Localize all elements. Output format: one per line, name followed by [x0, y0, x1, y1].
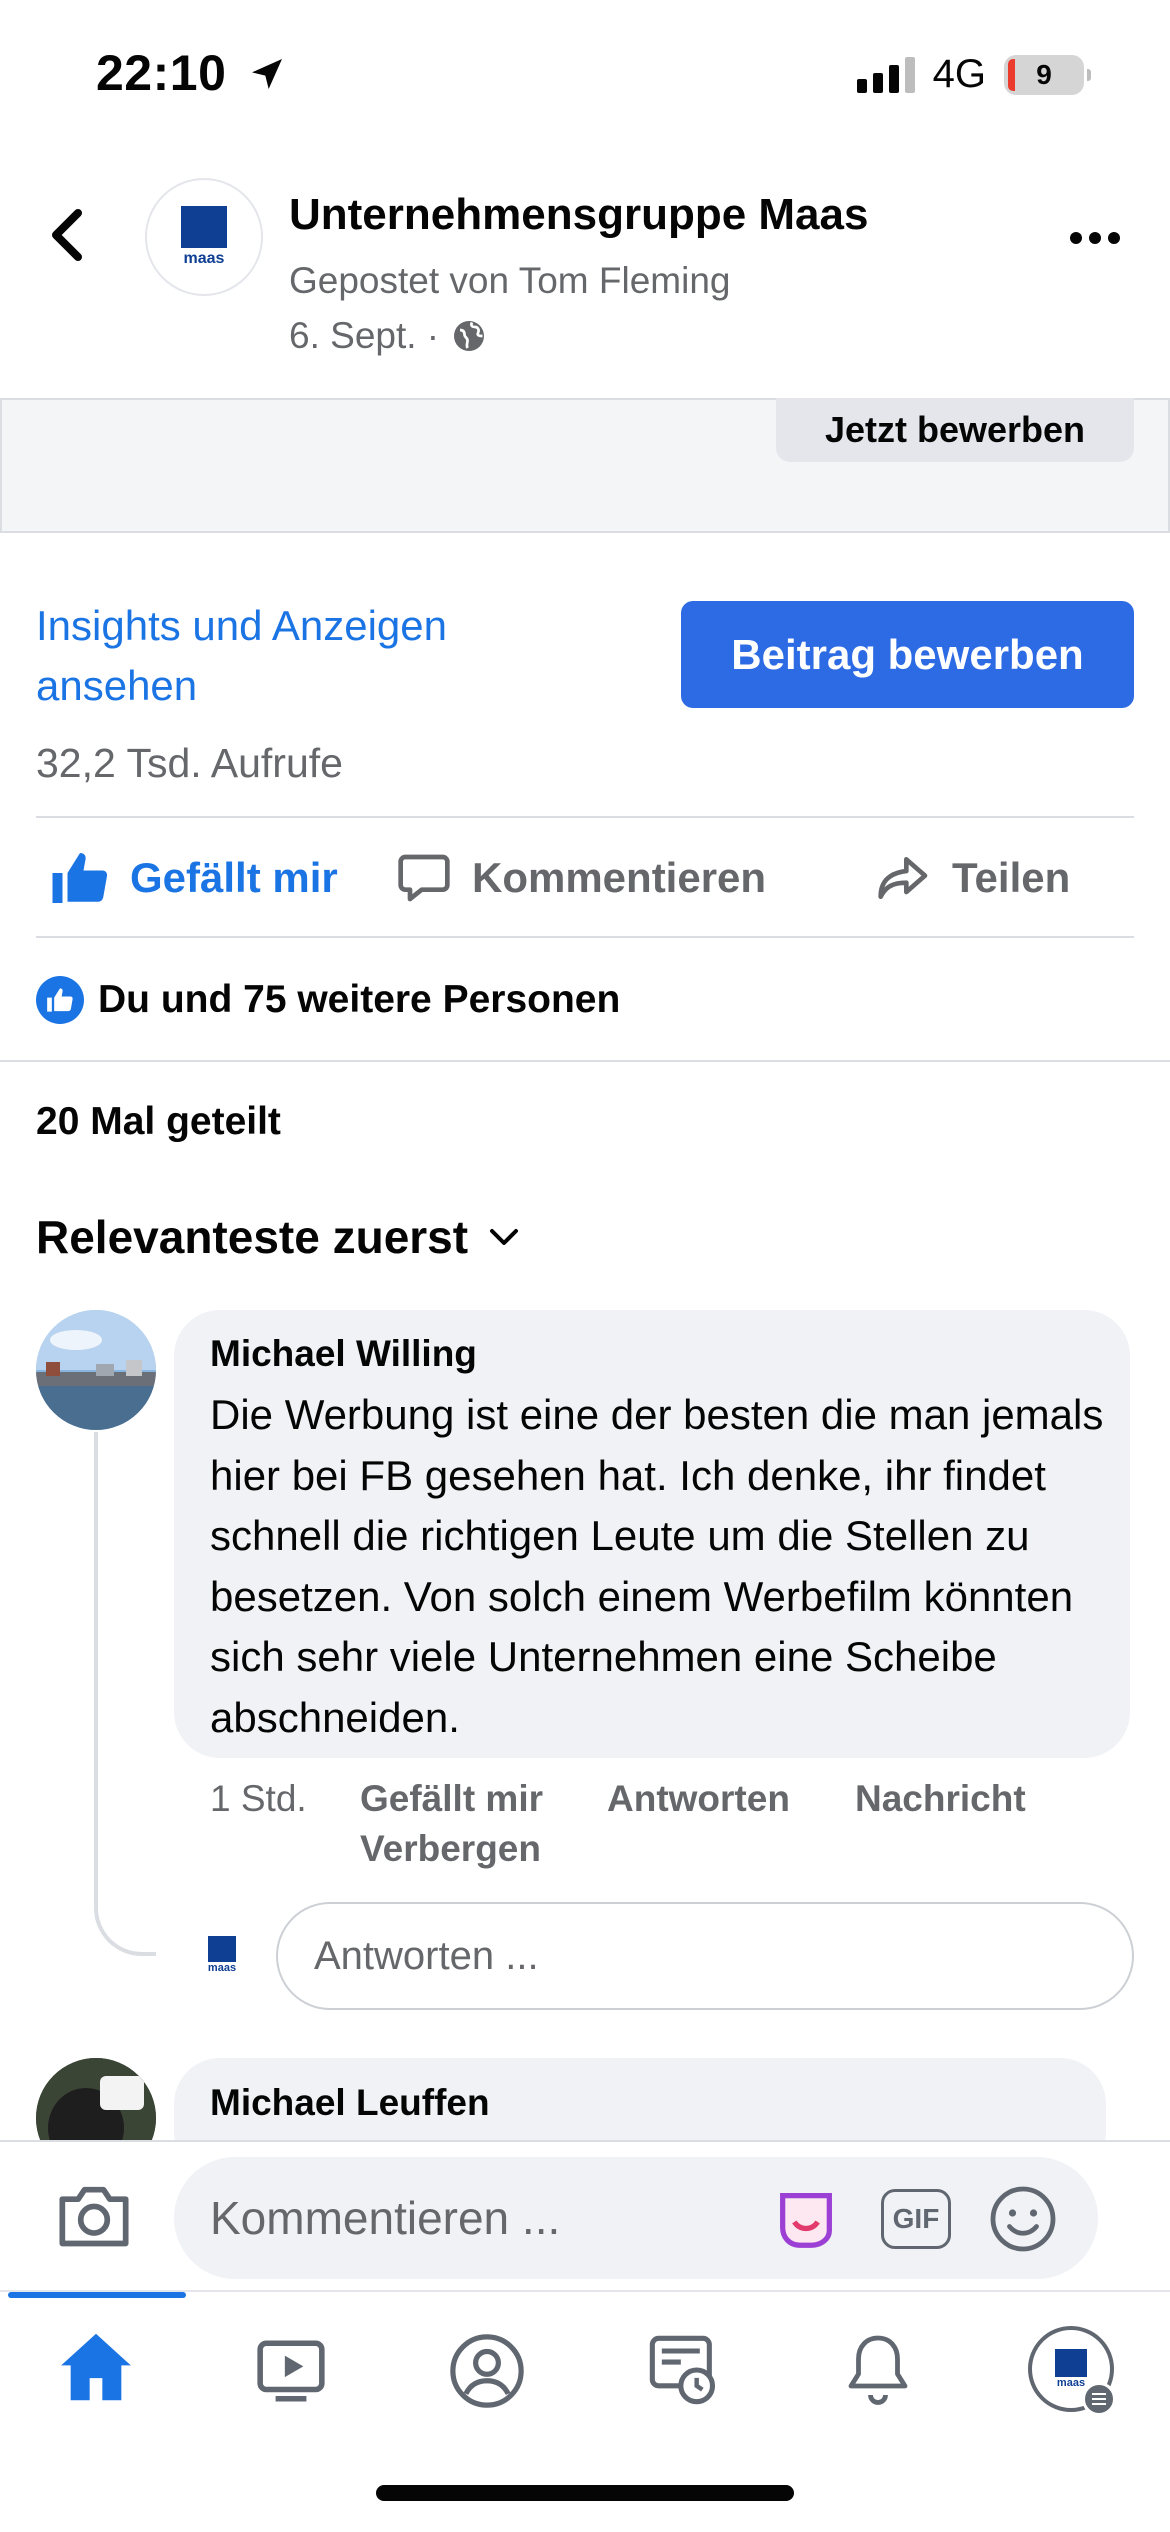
comment-text: Die Werbung ist eine der besten die man …	[210, 1391, 1104, 1741]
bell-icon	[848, 2335, 908, 2405]
video-icon	[257, 2340, 325, 2402]
like-reaction-icon	[36, 976, 84, 1024]
chevron-down-icon	[490, 1229, 519, 1245]
page-name[interactable]: Unternehmensgruppe Maas	[289, 190, 868, 240]
active-tab-indicator	[8, 2292, 186, 2298]
logo-mark	[181, 206, 227, 248]
comment-icon	[398, 854, 450, 902]
thread-line	[94, 1432, 156, 1956]
signal-icon	[856, 56, 915, 93]
avatar-sticker-button[interactable]	[770, 2184, 842, 2259]
home-icon	[61, 2333, 131, 2401]
tab-profile[interactable]	[448, 2332, 526, 2415]
reactions-summary[interactable]: Du und 75 weitere Personen	[36, 976, 620, 1024]
promote-post-button[interactable]: Beitrag bewerben	[681, 601, 1134, 708]
divider	[36, 816, 1134, 818]
share-button[interactable]: Teilen	[876, 850, 1070, 906]
globe-icon	[454, 321, 485, 351]
logo-text: maas	[183, 250, 225, 267]
avatar-sticker-icon	[780, 2193, 832, 2248]
tab-video[interactable]	[254, 2336, 328, 2411]
emoji-button[interactable]	[987, 2183, 1059, 2260]
thumbs-up-icon	[52, 853, 108, 903]
page-avatar[interactable]: maas	[145, 178, 263, 296]
tab-feeds[interactable]	[646, 2332, 722, 2413]
home-indicator	[376, 2485, 794, 2501]
status-time: 22:10	[96, 44, 287, 102]
menu-avatar-icon	[1055, 2349, 1087, 2377]
feeds-icon	[649, 2335, 716, 2405]
camera-button[interactable]	[56, 2180, 132, 2255]
comment-reply-button[interactable]: Antworten	[607, 1778, 790, 1820]
comment-like-button[interactable]: Gefällt mir	[360, 1778, 543, 1820]
posted-by: Gepostet von Tom Fleming	[289, 260, 731, 301]
divider	[0, 1060, 1170, 1062]
gif-button[interactable]: GIF	[881, 2189, 951, 2249]
comment-input[interactable]: Kommentieren ...	[174, 2157, 1098, 2279]
avatar[interactable]	[36, 1310, 156, 1430]
comment-sort-dropdown[interactable]: Relevanteste zuerst	[36, 1210, 520, 1264]
comment-message-button[interactable]: Nachricht	[855, 1778, 1026, 1820]
tab-notifications[interactable]	[842, 2332, 914, 2415]
chevron-left-icon	[52, 209, 82, 261]
insights-link[interactable]: Insights und Anzeigen ansehen	[36, 596, 596, 716]
menu-badge-icon	[1082, 2382, 1116, 2416]
more-options-button[interactable]	[1070, 232, 1120, 244]
divider	[36, 936, 1134, 938]
tab-home[interactable]	[58, 2330, 134, 2409]
shares-count[interactable]: 20 Mal geteilt	[36, 1100, 281, 1144]
camera-icon	[59, 2186, 129, 2247]
comment-hide-button[interactable]: Verbergen	[360, 1828, 541, 1870]
apply-now-button[interactable]: Jetzt bewerben	[776, 398, 1134, 462]
comment-author[interactable]: Michael Leuffen	[210, 2082, 490, 2124]
comment-time: 1 Std.	[210, 1778, 307, 1819]
network-label: 4G	[932, 52, 986, 96]
status-indicators: 4G 9	[856, 52, 1091, 97]
reply-page-avatar: maas	[202, 1936, 242, 1980]
reply-input[interactable]: Antworten ...	[276, 1902, 1134, 2010]
emoji-icon	[990, 2186, 1056, 2252]
share-icon	[878, 857, 928, 899]
comment-author[interactable]: Michael Willing	[210, 1333, 477, 1375]
profile-icon	[450, 2334, 524, 2408]
comment-button[interactable]: Kommentieren	[396, 850, 766, 906]
like-button[interactable]: Gefällt mir	[50, 850, 338, 906]
battery-icon: 9	[1004, 54, 1091, 95]
views-count: 32,2 Tsd. Aufrufe	[36, 740, 343, 786]
location-arrow-icon	[251, 59, 282, 89]
back-button[interactable]	[44, 205, 94, 265]
post-date: 6. Sept. ·	[289, 315, 487, 357]
